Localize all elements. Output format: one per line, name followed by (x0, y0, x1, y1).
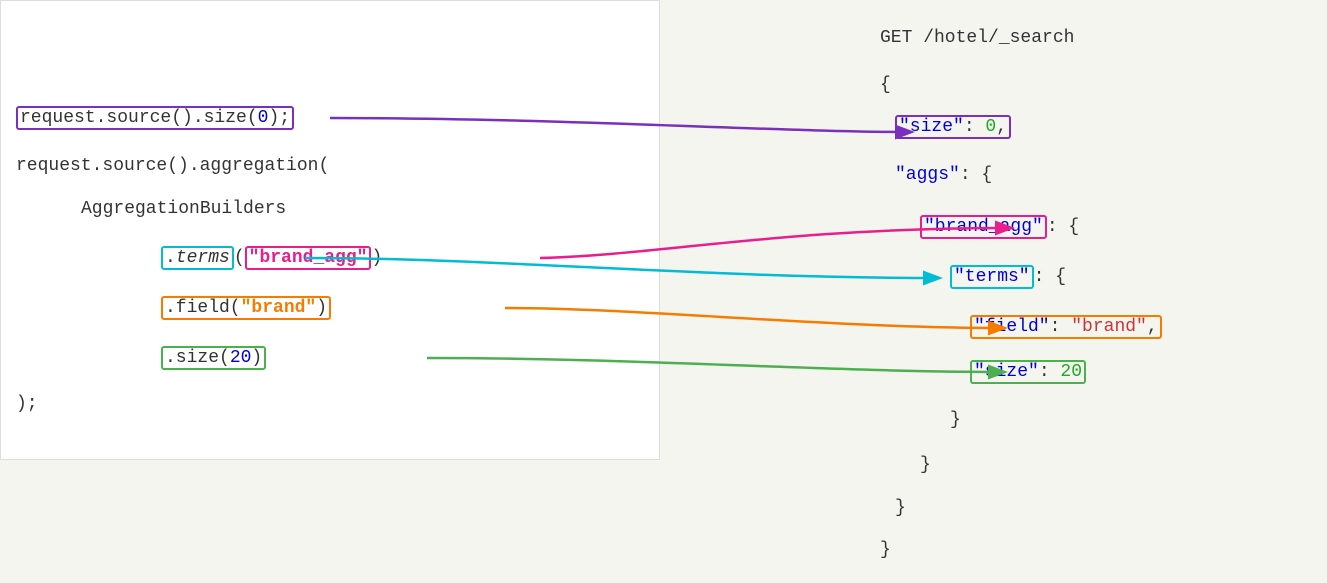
json-open-brace: { (880, 75, 891, 95)
code-text: .size(20) (165, 348, 262, 368)
api-title: GET /hotel/_search (880, 28, 1074, 48)
code-line-7: ); (16, 394, 38, 414)
highlight-terms: .terms (161, 246, 234, 270)
title-text: GET /hotel/_search (880, 28, 1074, 48)
json-close-2: } (920, 455, 931, 475)
code-line-6: .size(20) (161, 346, 266, 370)
code-text: ); (16, 394, 38, 414)
highlight-json-brand-agg: "brand_agg" (920, 215, 1047, 239)
code-line-1: request.source().size(0); (16, 106, 294, 130)
code-line-3: AggregationBuilders (81, 199, 286, 219)
highlight-json-terms: "terms" (950, 265, 1034, 289)
code-text: request.source().aggregation( (16, 156, 329, 176)
code-line-4: .terms ("brand_agg") (161, 246, 382, 270)
right-code-panel: GET /hotel/_search { "size": 0, "aggs": … (660, 0, 1327, 583)
highlight-size-20: .size(20) (161, 346, 266, 370)
json-close-3: } (895, 498, 906, 518)
code-text: .terms (165, 248, 230, 268)
json-field-line: "field": "brand", (970, 315, 1162, 339)
code-text: AggregationBuilders (81, 199, 286, 219)
json-terms-line: "terms" : { (950, 265, 1066, 289)
json-size-line: "size": 0, (895, 115, 1011, 139)
json-close-1: } (950, 410, 961, 430)
code-text: "brand_agg" (249, 248, 368, 268)
json-close-4: } (880, 540, 891, 560)
code-text: .field("brand") (165, 298, 327, 318)
highlight-brand-agg-arg: "brand_agg" (245, 246, 372, 270)
highlight-json-field: "field": "brand", (970, 315, 1162, 339)
highlight-json-size: "size": 0, (895, 115, 1011, 139)
json-size-20-line: "size": 20 (970, 360, 1086, 384)
code-text: request.source().size(0); (20, 108, 290, 128)
highlight-field: .field("brand") (161, 296, 331, 320)
code-line-2: request.source().aggregation( (16, 156, 329, 176)
json-aggs-line: "aggs": { (895, 165, 992, 185)
code-line-5: .field("brand") (161, 296, 331, 320)
highlight-size-call: request.source().size(0); (16, 106, 294, 130)
left-code-panel: request.source().size(0); request.source… (0, 0, 660, 460)
highlight-json-size-20: "size": 20 (970, 360, 1086, 384)
json-brand-agg-line: "brand_agg" : { (920, 215, 1079, 239)
